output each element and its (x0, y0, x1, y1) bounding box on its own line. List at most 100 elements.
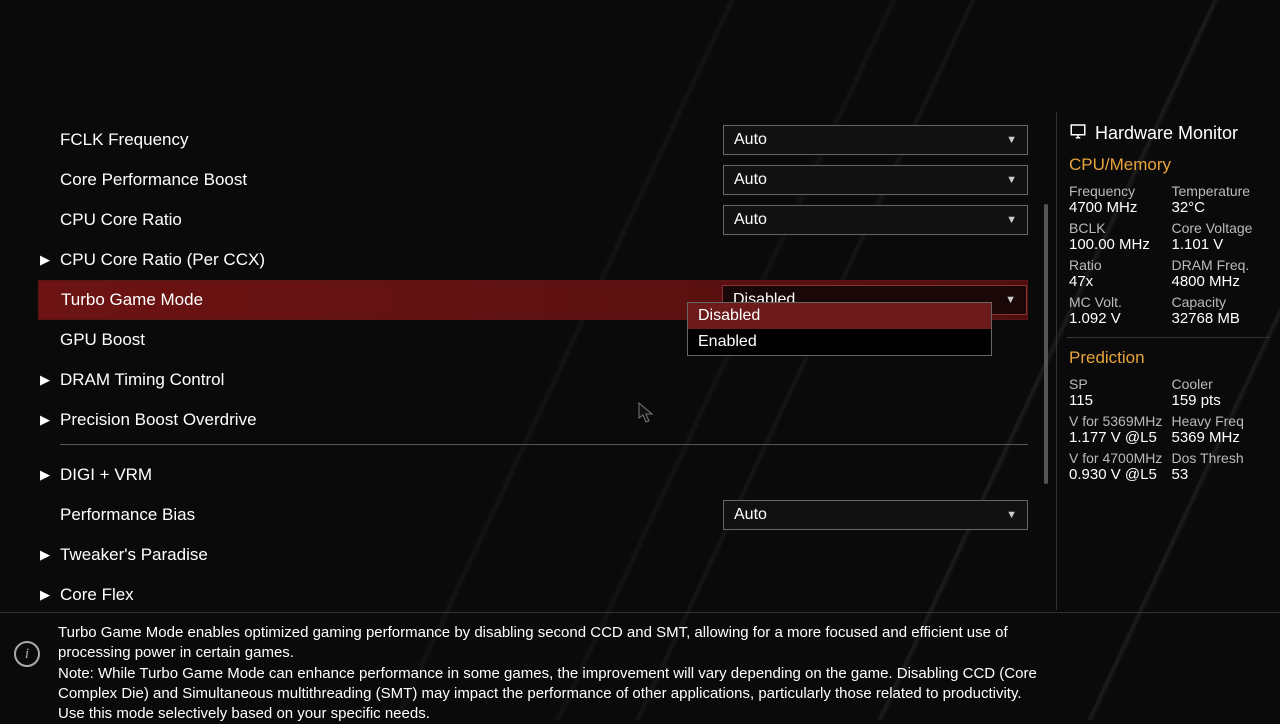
ccrx-label: CPU Core Ratio (Per CCX) (38, 250, 1028, 270)
search-button[interactable]: ? Search(F9) (785, 47, 894, 67)
tab-advanced[interactable]: Advanced (429, 84, 514, 110)
my-favorite-label: My Favorite(F3) (416, 47, 536, 67)
scrollbar[interactable] (1044, 204, 1048, 484)
mc-volt-value: 1.092 V (1069, 310, 1166, 327)
gear-icon[interactable] (234, 45, 254, 70)
prediction-heading: Prediction (1069, 348, 1268, 368)
tab-tool[interactable]: Tool (694, 84, 729, 110)
svg-text:?: ? (792, 53, 798, 64)
cooler-label: Cooler (1172, 376, 1269, 392)
fclk-label: FCLK Frequency (38, 130, 723, 150)
digi-label: DIGI + VRM (38, 465, 1028, 485)
setting-performance-bias[interactable]: Performance Bias Auto ▼ (38, 495, 1028, 535)
chevron-down-icon: ▼ (1006, 134, 1017, 146)
hwmon-title: Hardware Monitor (1095, 123, 1238, 144)
help-footer: i Turbo Game Mode enables optimized gami… (0, 612, 1280, 720)
core-voltage-value: 1.101 V (1172, 236, 1269, 253)
help-text: Turbo Game Mode enables optimized gaming… (58, 623, 1038, 724)
caret-right-icon: ▶ (40, 547, 50, 563)
bias-select[interactable]: Auto ▼ (723, 500, 1028, 530)
rog-logo-icon (14, 5, 58, 46)
setting-precision-boost-overdrive[interactable]: ▶ Precision Boost Overdrive (38, 400, 1028, 440)
monitor-icon (1069, 122, 1087, 145)
freq-value: 4700 MHz (1069, 199, 1166, 216)
capacity-value: 32768 MB (1172, 310, 1269, 327)
setting-fclk-frequency[interactable]: FCLK Frequency Auto ▼ (38, 120, 1028, 160)
bias-label: Performance Bias (38, 505, 723, 525)
temp-value: 32°C (1172, 199, 1269, 216)
bias-value: Auto (734, 506, 767, 524)
aura-label: AURA(F4) (934, 47, 1012, 67)
divider (1067, 337, 1270, 338)
dram-freq-value: 4800 MHz (1172, 273, 1269, 290)
resize-bar-button[interactable]: ReSize BAR (1029, 47, 1147, 67)
language-label: English (320, 47, 376, 67)
hardware-monitor-panel: Hardware Monitor CPU/Memory Frequency470… (1056, 112, 1280, 610)
qfan-label: Qfan(F6) (576, 47, 644, 67)
day-text: Friday (14, 57, 78, 70)
aura-button[interactable]: AURA(F4) (910, 47, 1012, 67)
cpb-value: Auto (734, 171, 767, 189)
bclk-label: BCLK (1069, 220, 1166, 236)
ccr-select[interactable]: Auto ▼ (723, 205, 1028, 235)
tab-exit[interactable]: Exit (755, 84, 787, 110)
tab-boot[interactable]: Boot (629, 84, 668, 110)
setting-digi-vrm[interactable]: ▶ DIGI + VRM (38, 455, 1028, 495)
vfor1-value: 1.177 V @L5 (1069, 429, 1166, 446)
vfor2-label: V for 4700MHz (1069, 450, 1166, 466)
mc-volt-label: MC Volt. (1069, 294, 1166, 310)
tab-extreme-tweaker[interactable]: Extreme Tweaker (256, 84, 403, 110)
fclk-select[interactable]: Auto ▼ (723, 125, 1028, 155)
setting-tweakers-paradise[interactable]: ▶ Tweaker's Paradise (38, 535, 1028, 575)
tab-main[interactable]: Main (189, 84, 230, 110)
tgm-option-enabled[interactable]: Enabled (688, 329, 991, 355)
dos-thresh-value: 53 (1172, 466, 1269, 483)
dram-label: DRAM Timing Control (38, 370, 1028, 390)
heavy-freq-label: Heavy Freq (1172, 413, 1269, 429)
core-voltage-label: Core Voltage (1172, 220, 1269, 236)
setting-core-performance-boost[interactable]: Core Performance Boost Auto ▼ (38, 160, 1028, 200)
ccr-value: Auto (734, 211, 767, 229)
caret-right-icon: ▶ (40, 467, 50, 483)
tgm-dropdown: Disabled Enabled (687, 302, 992, 356)
search-label: Search(F9) (809, 47, 894, 67)
tab-my-favorites[interactable]: My Favorites (54, 84, 163, 110)
my-favorite-button[interactable]: My Favorite(F3) (392, 47, 536, 67)
clock-text: 15:23 (116, 40, 198, 74)
capacity-label: Capacity (1172, 294, 1269, 310)
tab-monitor[interactable]: Monitor (540, 84, 603, 110)
date-block: 11/01/2024 Friday (14, 44, 78, 70)
qfan-button[interactable]: Qfan(F6) (552, 47, 644, 67)
divider (60, 444, 1028, 445)
vfor1-label: V for 5369MHz (1069, 413, 1166, 429)
language-selector[interactable]: English (296, 47, 376, 67)
freq-label: Frequency (1069, 183, 1166, 199)
chevron-down-icon: ▼ (1006, 174, 1017, 186)
dos-thresh-label: Dos Thresh (1172, 450, 1269, 466)
cpb-label: Core Performance Boost (38, 170, 723, 190)
bclk-value: 100.00 MHz (1069, 236, 1166, 253)
ai-oc-button[interactable]: AI OC(F11) (660, 47, 770, 67)
caret-right-icon: ▶ (40, 252, 50, 268)
cpb-select[interactable]: Auto ▼ (723, 165, 1028, 195)
cooler-value: 159 pts (1172, 392, 1269, 409)
setting-cpu-core-ratio-per-ccx[interactable]: ▶ CPU Core Ratio (Per CCX) (38, 240, 1028, 280)
info-icon: i (14, 641, 40, 667)
setting-cpu-core-ratio[interactable]: CPU Core Ratio Auto ▼ (38, 200, 1028, 240)
setting-dram-timing-control[interactable]: ▶ DRAM Timing Control (38, 360, 1028, 400)
chevron-down-icon: ▼ (1006, 214, 1017, 226)
ratio-label: Ratio (1069, 257, 1166, 273)
ai-oc-label: AI OC(F11) (684, 47, 770, 67)
sp-label: SP (1069, 376, 1166, 392)
chevron-down-icon: ▼ (1005, 294, 1016, 306)
pbo-label: Precision Boost Overdrive (38, 410, 1028, 430)
cpu-memory-heading: CPU/Memory (1069, 155, 1268, 175)
ratio-value: 47x (1069, 273, 1166, 290)
setting-core-flex[interactable]: ▶ Core Flex (38, 575, 1028, 610)
caret-right-icon: ▶ (40, 412, 50, 428)
temp-label: Temperature (1172, 183, 1269, 199)
fclk-value: Auto (734, 131, 767, 149)
resize-bar-label: ReSize BAR (1053, 47, 1147, 67)
ccr-label: CPU Core Ratio (38, 210, 723, 230)
tgm-option-disabled[interactable]: Disabled (688, 303, 991, 329)
